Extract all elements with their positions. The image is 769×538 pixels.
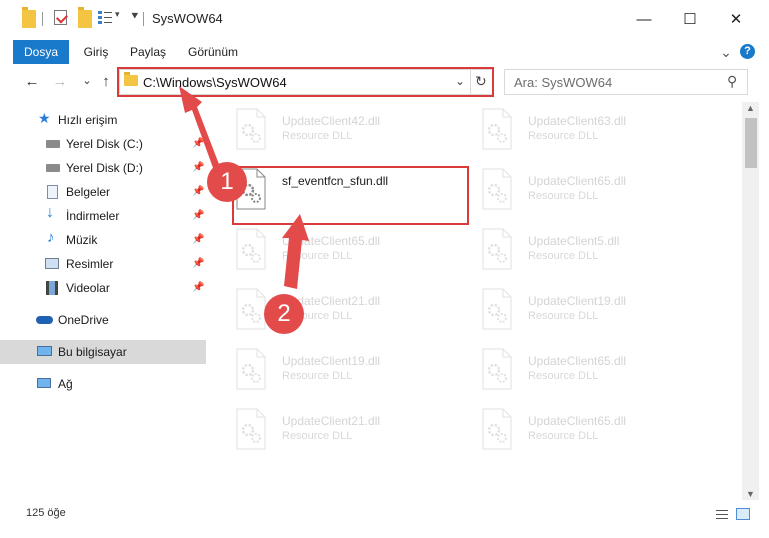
step-2-badge: 2	[264, 294, 304, 334]
step-1-badge: 1	[207, 162, 247, 202]
arrow-to-file	[282, 214, 309, 289]
arrow-to-address	[179, 86, 222, 176]
annotation-arrows	[179, 86, 309, 289]
